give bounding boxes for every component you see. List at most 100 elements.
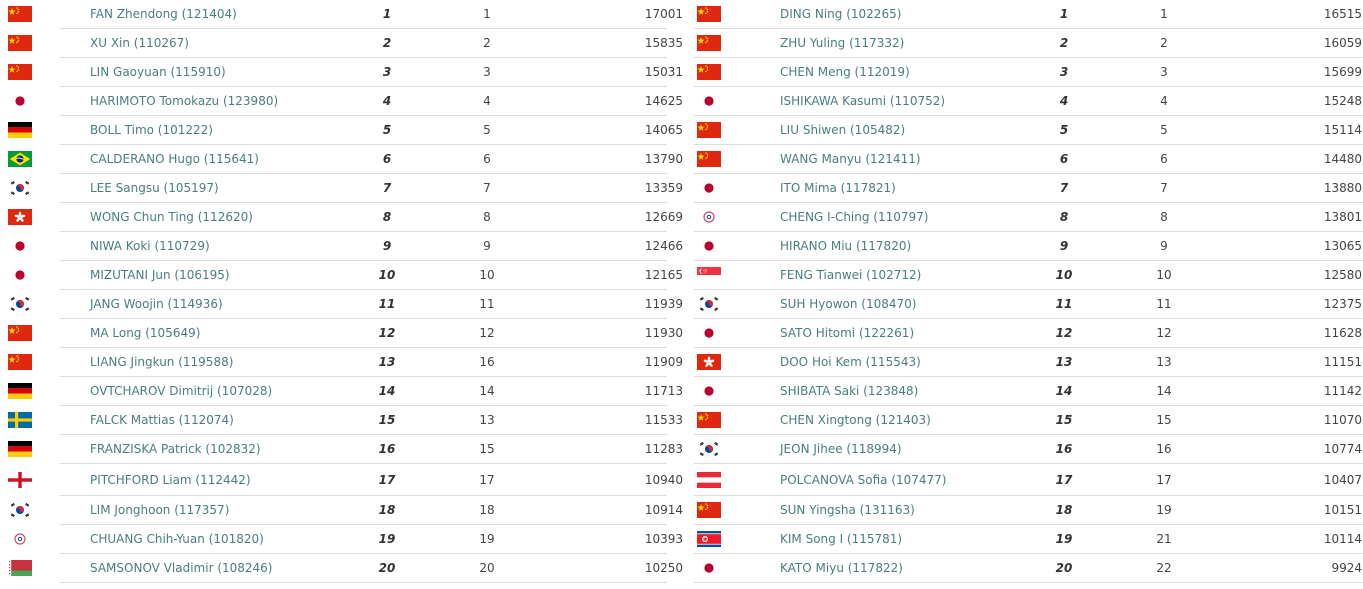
- japan-flag-icon: [8, 238, 32, 254]
- table-row-men-2: XU Xin (110267) 2 2 15835: [8, 29, 683, 58]
- player-name-link[interactable]: PITCHFORD Liam (112442): [90, 473, 251, 487]
- player-name-link[interactable]: DING Ning (102265): [780, 7, 901, 21]
- player-name-link[interactable]: OVTCHAROV Dimitrij (107028): [90, 384, 272, 398]
- current-rank: 19: [378, 532, 396, 546]
- table-row-men-4: HARIMOTO Tomokazu (123980) 4 4 14625: [8, 87, 683, 116]
- player-name-link[interactable]: ZHU Yuling (117332): [780, 36, 904, 50]
- current-rank: 6: [382, 152, 392, 166]
- china-flag-icon: [697, 151, 721, 167]
- player-name-link[interactable]: HARIMOTO Tomokazu (123980): [90, 94, 278, 108]
- player-name-link[interactable]: ISHIKAWA Kasumi (110752): [780, 94, 945, 108]
- player-name-link[interactable]: WANG Manyu (121411): [780, 152, 921, 166]
- player-name-link[interactable]: BOLL Timo (101222): [90, 123, 213, 137]
- player-name-link[interactable]: CHUANG Chih-Yuan (101820): [90, 532, 264, 546]
- table-row-men-6: CALDERANO Hugo (115641) 6 6 13790: [8, 145, 683, 174]
- current-rank: 1: [1059, 7, 1069, 21]
- current-rank: 2: [382, 36, 392, 50]
- player-name-link[interactable]: NIWA Koki (110729): [90, 239, 210, 253]
- china-flag-icon: [697, 122, 721, 138]
- player-name-link[interactable]: MA Long (105649): [90, 326, 200, 340]
- previous-rank: 11: [479, 297, 495, 311]
- player-name-link[interactable]: LEE Sangsu (105197): [90, 181, 219, 195]
- player-name-link[interactable]: LIM Jonghoon (117357): [90, 503, 229, 517]
- player-name-link[interactable]: CALDERANO Hugo (115641): [90, 152, 259, 166]
- japan-flag-icon: [697, 325, 721, 341]
- current-rank: 3: [382, 65, 392, 79]
- current-rank: 7: [1059, 181, 1069, 195]
- previous-rank: 22: [1156, 561, 1172, 575]
- ranking-points: 16515: [1323, 7, 1362, 21]
- previous-rank: 11: [1156, 297, 1172, 311]
- hongkong-flag-icon: [697, 354, 721, 370]
- player-name-link[interactable]: FAN Zhendong (121404): [90, 7, 237, 21]
- player-name-link[interactable]: SUH Hyowon (108470): [780, 297, 916, 311]
- previous-rank: 17: [1156, 472, 1172, 487]
- player-name-link[interactable]: SUN Yingsha (131163): [780, 503, 915, 517]
- women-ranking-table: DING Ning (102265) 1 1 16515 ZHU Yuling …: [694, 0, 1363, 583]
- player-name-link[interactable]: FALCK Mattias (112074): [90, 413, 234, 427]
- previous-rank: 13: [1156, 355, 1172, 369]
- table-row-men-15: FALCK Mattias (112074) 15 13 11533: [8, 406, 683, 435]
- player-name-link[interactable]: JEON Jihee (118994): [780, 442, 902, 456]
- player-name-link[interactable]: SHIBATA Saki (123848): [780, 384, 918, 398]
- germany-flag-icon: [8, 441, 32, 457]
- ranking-points: 11533: [644, 413, 683, 427]
- player-name-link[interactable]: LIU Shiwen (105482): [780, 123, 905, 137]
- northkorea-flag-icon: [697, 531, 721, 547]
- japan-flag-icon: [697, 383, 721, 399]
- current-rank: 19: [1055, 532, 1073, 546]
- table-row-men-9: NIWA Koki (110729) 9 9 12466: [8, 232, 683, 261]
- sweden-flag-icon: [8, 412, 32, 428]
- ranking-points: 12165: [644, 268, 683, 282]
- current-rank: 18: [378, 503, 396, 517]
- player-name-link[interactable]: CHENG I-Ching (110797): [780, 210, 928, 224]
- table-row-women-14: SHIBATA Saki (123848) 14 14 11142: [694, 377, 1363, 406]
- player-name-link[interactable]: FENG Tianwei (102712): [780, 268, 921, 282]
- previous-rank: 5: [1160, 123, 1168, 137]
- ranking-points: 15835: [644, 36, 683, 50]
- player-name-link[interactable]: CHEN Xingtong (121403): [780, 413, 931, 427]
- current-rank: 8: [1059, 210, 1069, 224]
- table-row-women-1: DING Ning (102265) 1 1 16515: [694, 0, 1363, 29]
- table-row-women-12: SATO Hitomi (122261) 12 12 11628: [694, 319, 1363, 348]
- player-name-link[interactable]: SAMSONOV Vladimir (108246): [90, 561, 273, 575]
- previous-rank: 4: [1160, 94, 1168, 108]
- player-name-link[interactable]: XU Xin (110267): [90, 36, 189, 50]
- player-name-link[interactable]: HIRANO Miu (117820): [780, 239, 911, 253]
- table-row-men-10: MIZUTANI Jun (106195) 10 10 12165: [8, 261, 683, 290]
- current-rank: 5: [382, 123, 392, 137]
- current-rank: 5: [1059, 123, 1069, 137]
- current-rank: 1: [382, 7, 392, 21]
- current-rank: 12: [378, 326, 396, 340]
- korea-flag-icon: [697, 441, 721, 457]
- player-name-link[interactable]: LIN Gaoyuan (115910): [90, 65, 226, 79]
- player-name-link[interactable]: POLCANOVA Sofia (107477): [780, 473, 947, 487]
- player-name-link[interactable]: FRANZISKA Patrick (102832): [90, 442, 261, 456]
- previous-rank: 21: [1156, 532, 1172, 546]
- player-name-link[interactable]: SATO Hitomi (122261): [780, 326, 914, 340]
- player-name-link[interactable]: KIM Song I (115781): [780, 532, 902, 546]
- ranking-points: 11713: [644, 384, 683, 398]
- table-row-men-1: FAN Zhendong (121404) 1 1 17001: [8, 0, 683, 29]
- current-rank: 8: [382, 210, 392, 224]
- korea-flag-icon: [697, 296, 721, 312]
- player-name-link[interactable]: LIANG Jingkun (119588): [90, 355, 233, 369]
- current-rank: 13: [378, 355, 396, 369]
- china-flag-icon: [697, 64, 721, 80]
- player-name-link[interactable]: KATO Miyu (117822): [780, 561, 903, 575]
- table-row-women-2: ZHU Yuling (117332) 2 2 16059: [694, 29, 1363, 58]
- ranking-points: 15031: [644, 65, 683, 79]
- current-rank: 2: [1059, 36, 1069, 50]
- player-name-link[interactable]: MIZUTANI Jun (106195): [90, 268, 230, 282]
- previous-rank: 17: [479, 472, 495, 487]
- player-name-link[interactable]: ITO Mima (117821): [780, 181, 896, 195]
- korea-flag-icon: [8, 296, 32, 312]
- player-name-link[interactable]: CHEN Meng (112019): [780, 65, 910, 79]
- player-name-link[interactable]: DOO Hoi Kem (115543): [780, 355, 921, 369]
- player-name-link[interactable]: WONG Chun Ting (112620): [90, 210, 253, 224]
- current-rank: 11: [1055, 297, 1073, 311]
- previous-rank: 9: [1160, 239, 1168, 253]
- current-rank: 11: [378, 297, 396, 311]
- previous-rank: 1: [483, 7, 491, 21]
- player-name-link[interactable]: JANG Woojin (114936): [90, 297, 223, 311]
